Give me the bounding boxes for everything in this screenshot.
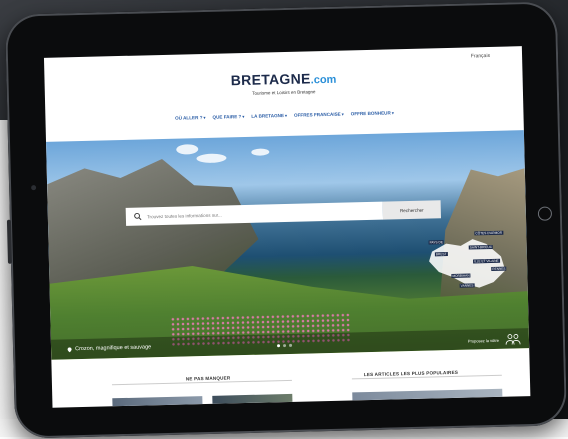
carousel-dot[interactable] bbox=[277, 344, 281, 348]
chevron-down-icon: ▾ bbox=[284, 112, 288, 118]
nav-label: LA BRETAGNE bbox=[251, 113, 285, 119]
language-selector[interactable]: Français bbox=[471, 53, 490, 59]
chevron-down-icon: ▾ bbox=[341, 111, 344, 117]
article-thumbnail[interactable] bbox=[112, 396, 203, 407]
people-icon[interactable] bbox=[505, 333, 521, 345]
nav-item-offre-bonheur[interactable]: OFFRE BONHEUR▾ bbox=[351, 110, 394, 116]
chevron-down-icon: ▾ bbox=[391, 110, 394, 116]
logo-main-text: BRETAGNE bbox=[230, 70, 311, 89]
tablet-home-button[interactable] bbox=[537, 206, 553, 221]
nav-item-la-bretagne[interactable]: LA BRETAGNE▾ bbox=[251, 113, 287, 119]
propose-photo-link[interactable]: Proposez la vôtre bbox=[468, 338, 499, 344]
map-label[interactable]: PAYS DE bbox=[428, 240, 444, 245]
map-label[interactable]: SAINT-BRIEUC bbox=[468, 244, 494, 250]
chevron-down-icon: ▾ bbox=[242, 113, 245, 120]
chevron-down-icon: ▾ bbox=[203, 114, 206, 120]
brittany-map[interactable]: PAYS DE CÔTES D'ARMOR SAINT-BRIEUC BREST… bbox=[428, 231, 510, 297]
tablet-camera bbox=[31, 185, 37, 191]
nav-label: QUE FAIRE ? bbox=[212, 114, 242, 120]
nav-item-ou-aller[interactable]: OÙ ALLER ?▾ bbox=[175, 115, 206, 121]
carousel-dots bbox=[277, 343, 293, 348]
main-navigation: OÙ ALLER ?▾ QUE FAIRE ?▾ LA BRETAGNE▾ OF… bbox=[45, 107, 523, 124]
tablet-side-button bbox=[6, 219, 12, 264]
hero-banner: Trouvez toutes les informations sur... R… bbox=[46, 130, 530, 360]
tablet-screen: Français BRETAGNE.com Tourisme et Loisir… bbox=[43, 46, 531, 408]
nav-label: OFFRES FRANCAISE bbox=[293, 111, 341, 118]
map-label[interactable]: RENNES bbox=[491, 266, 507, 271]
cloud-shape bbox=[251, 148, 270, 156]
nav-item-offres-francaise[interactable]: OFFRES FRANCAISE▾ bbox=[294, 112, 344, 118]
nav-item-que-faire[interactable]: QUE FAIRE ?▾ bbox=[212, 114, 244, 120]
map-label[interactable]: CÔTES D'ARMOR bbox=[474, 230, 504, 236]
map-label[interactable]: ILLE ET VILAINE bbox=[473, 258, 500, 264]
search-icon bbox=[134, 212, 142, 221]
carousel-dot[interactable] bbox=[283, 344, 287, 348]
search-placeholder: Trouvez toutes les informations sur... bbox=[146, 212, 222, 219]
site-logo[interactable]: BRETAGNE.com Tourisme et Loisirs en Bret… bbox=[44, 66, 522, 101]
map-label[interactable]: VANNES bbox=[459, 283, 475, 288]
tablet-device: Français BRETAGNE.com Tourisme et Loisir… bbox=[4, 1, 568, 439]
logo-tld-text: .com bbox=[310, 73, 337, 87]
nav-label: OÙ ALLER ? bbox=[175, 115, 203, 121]
location-pin-icon bbox=[67, 346, 72, 352]
cloud-shape bbox=[176, 144, 199, 155]
article-thumbnail[interactable] bbox=[212, 393, 293, 404]
cloud-shape bbox=[196, 153, 227, 164]
hero-caption: Crozon, magnifique et sauvage bbox=[75, 344, 152, 353]
article-thumbnail[interactable] bbox=[352, 388, 503, 401]
map-label[interactable]: MORBIHAN bbox=[451, 273, 471, 278]
nav-label: OFFRE BONHEUR bbox=[350, 110, 391, 117]
carousel-dot[interactable] bbox=[289, 343, 293, 347]
search-button[interactable]: Rechercher bbox=[382, 200, 442, 220]
site-tagline: Tourisme et Loisirs en Bretagne bbox=[252, 89, 316, 96]
map-label[interactable]: BREST bbox=[434, 252, 448, 257]
